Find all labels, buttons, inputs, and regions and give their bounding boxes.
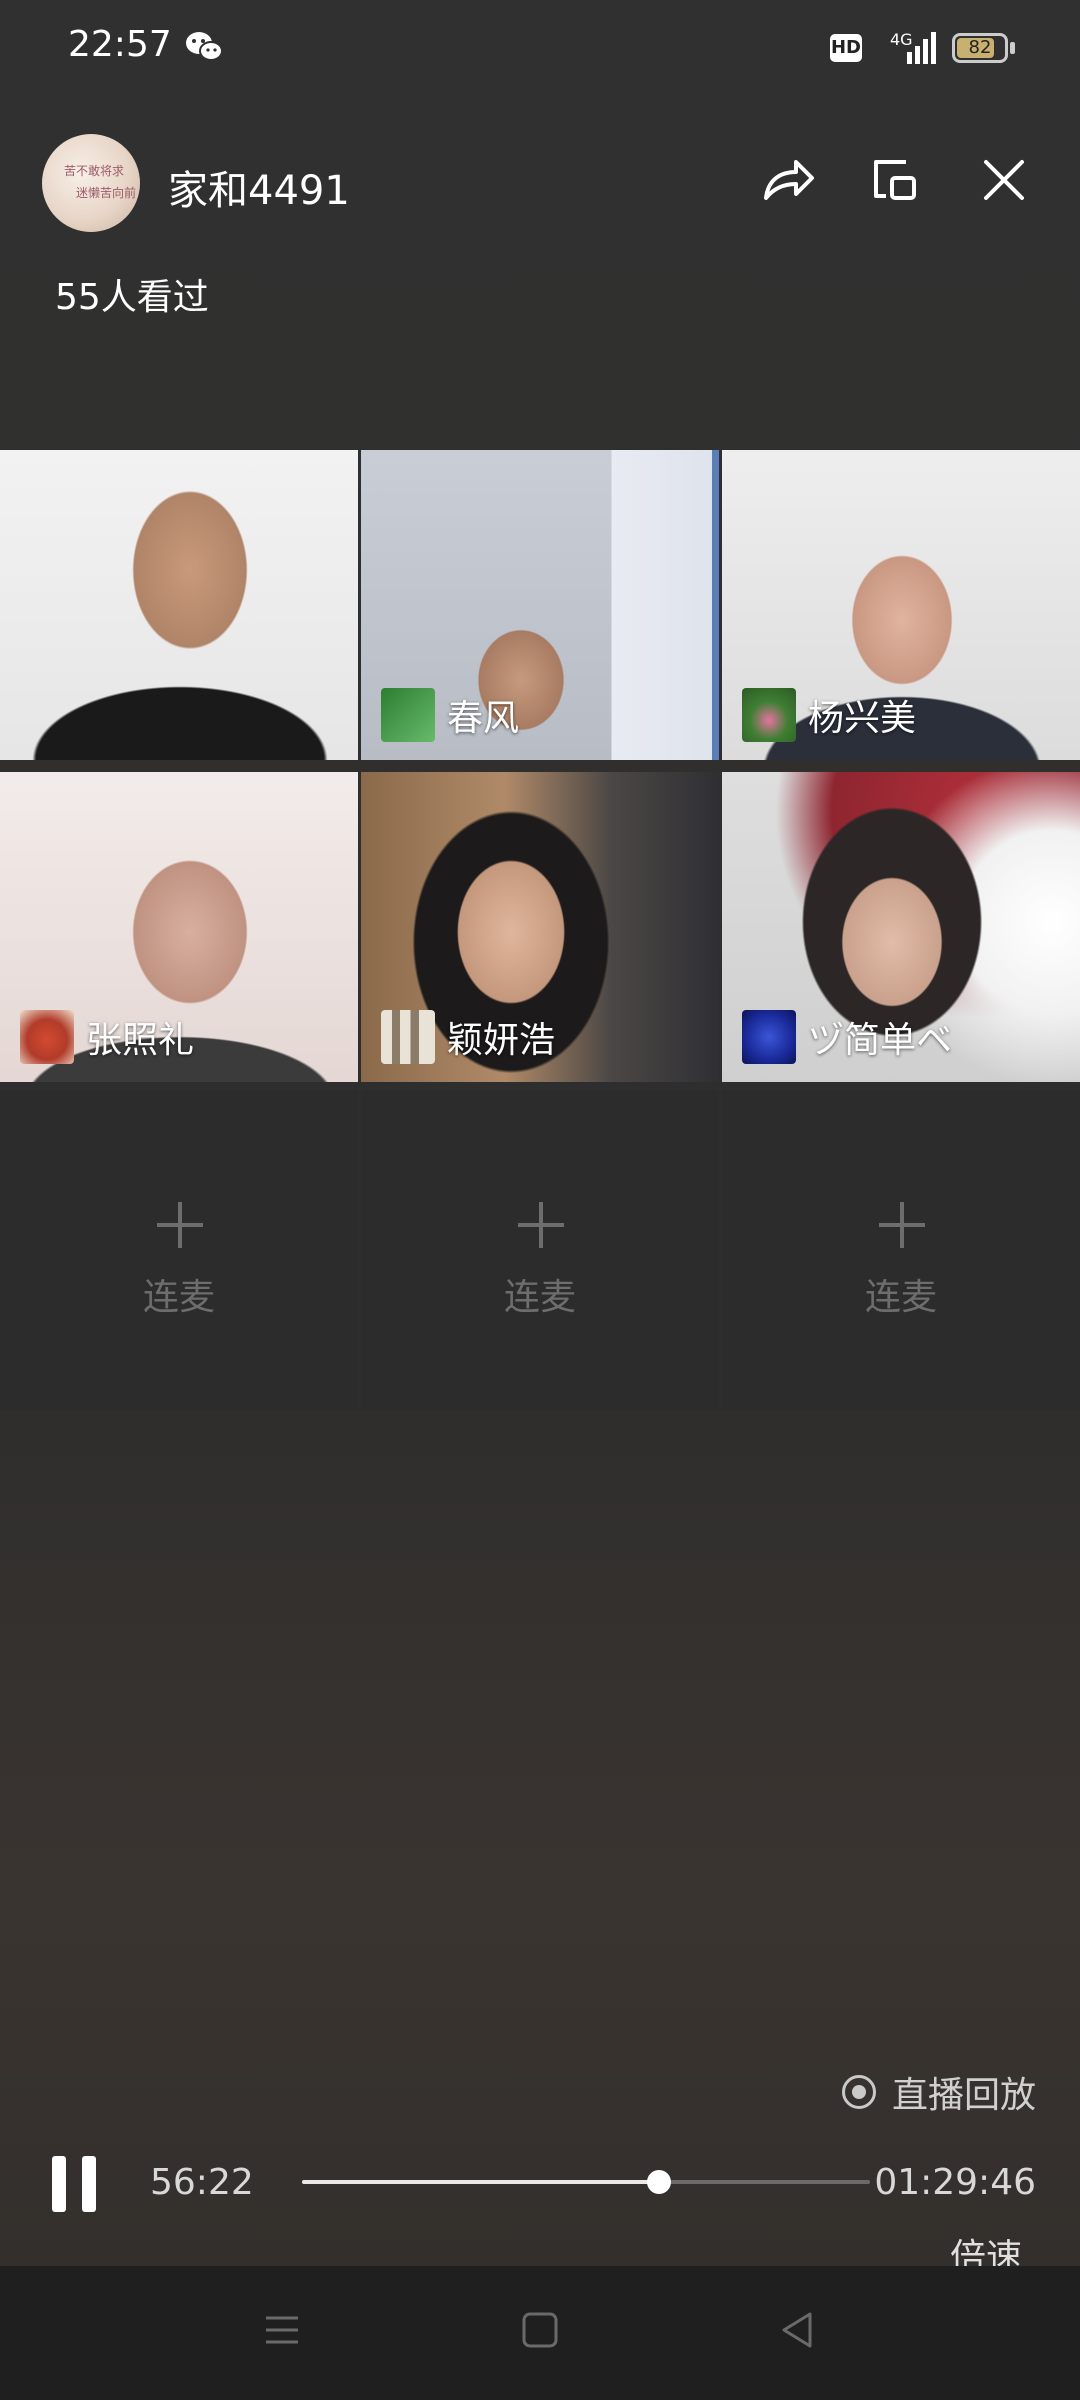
video-grid: 春风 杨兴美 张照礼 颖妍浩 ヅ简单ベ 连麦 连麦 连麦	[0, 450, 1080, 1410]
signal-icon	[907, 32, 936, 64]
host-avatar[interactable]: 苦不敢将求 迷懒苦向前	[42, 134, 140, 232]
avatar-text: 迷懒苦向前	[76, 186, 137, 200]
viewer-count: 55人看过	[55, 277, 209, 318]
wechat-icon	[186, 32, 223, 61]
co-host-label: 连麦	[864, 1277, 937, 1318]
status-time: 22:57	[68, 24, 172, 65]
plus-icon	[157, 1202, 203, 1248]
minimize-window-icon[interactable]	[864, 148, 928, 212]
co-host-slot[interactable]: 连麦	[361, 1090, 719, 1410]
participant-avatar	[20, 1010, 74, 1064]
co-host-slot[interactable]: 连麦	[0, 1090, 358, 1410]
pause-icon	[52, 2156, 66, 2212]
back-icon[interactable]	[778, 2310, 818, 2350]
participant-label: 张照礼	[20, 1010, 194, 1064]
video-tile[interactable]	[0, 450, 358, 760]
record-icon	[841, 2075, 876, 2109]
participant-name: 春风	[447, 698, 520, 739]
plus-icon	[879, 1202, 925, 1248]
co-host-label: 连麦	[503, 1277, 576, 1318]
video-tile[interactable]: ヅ简单ベ	[722, 772, 1080, 1082]
hd-badge: HD	[830, 34, 862, 62]
participant-label: ヅ简单ベ	[742, 1010, 952, 1064]
menu-icon[interactable]	[262, 2310, 302, 2350]
avatar-text: 苦不敢将求	[64, 164, 125, 178]
participant-avatar	[742, 1010, 796, 1064]
progress-bar[interactable]	[302, 2170, 870, 2194]
video-tile[interactable]: 颖妍浩	[361, 772, 719, 1082]
live-replay-indicator: 直播回放	[841, 2066, 1036, 2118]
share-icon[interactable]	[756, 148, 820, 212]
participant-avatar	[381, 688, 435, 742]
participant-name: 颖妍浩	[447, 1020, 556, 1061]
co-host-label: 连麦	[142, 1277, 215, 1318]
host-name[interactable]: 家和4491	[168, 158, 350, 216]
system-nav-bar	[0, 2266, 1080, 2400]
participant-name: ヅ简单ベ	[808, 1020, 953, 1061]
total-time: 01:29:46	[874, 2162, 1036, 2203]
battery-icon: 82	[952, 33, 1008, 63]
close-icon[interactable]	[972, 148, 1036, 212]
participant-name: 张照礼	[86, 1020, 195, 1061]
participant-avatar	[742, 688, 796, 742]
participant-name: 杨兴美	[808, 698, 917, 739]
progress-thumb[interactable]	[646, 2170, 671, 2194]
participant-avatar	[381, 1010, 435, 1064]
status-bar: 22:57 HD 4G 82	[0, 0, 1080, 96]
plus-icon	[518, 1202, 564, 1248]
co-host-slot[interactable]: 连麦	[722, 1090, 1080, 1410]
live-replay-label: 直播回放	[891, 2075, 1036, 2116]
participant-label: 颖妍浩	[381, 1010, 555, 1064]
pause-button[interactable]	[50, 2156, 100, 2212]
video-tile[interactable]: 张照礼	[0, 772, 358, 1082]
home-icon[interactable]	[520, 2310, 560, 2350]
current-time: 56:22	[150, 2162, 254, 2203]
battery-level: 82	[968, 37, 992, 58]
video-tile[interactable]: 杨兴美	[722, 450, 1080, 760]
participant-label: 春风	[381, 688, 519, 742]
participant-label: 杨兴美	[742, 688, 916, 742]
video-tile[interactable]: 春风	[361, 450, 719, 760]
